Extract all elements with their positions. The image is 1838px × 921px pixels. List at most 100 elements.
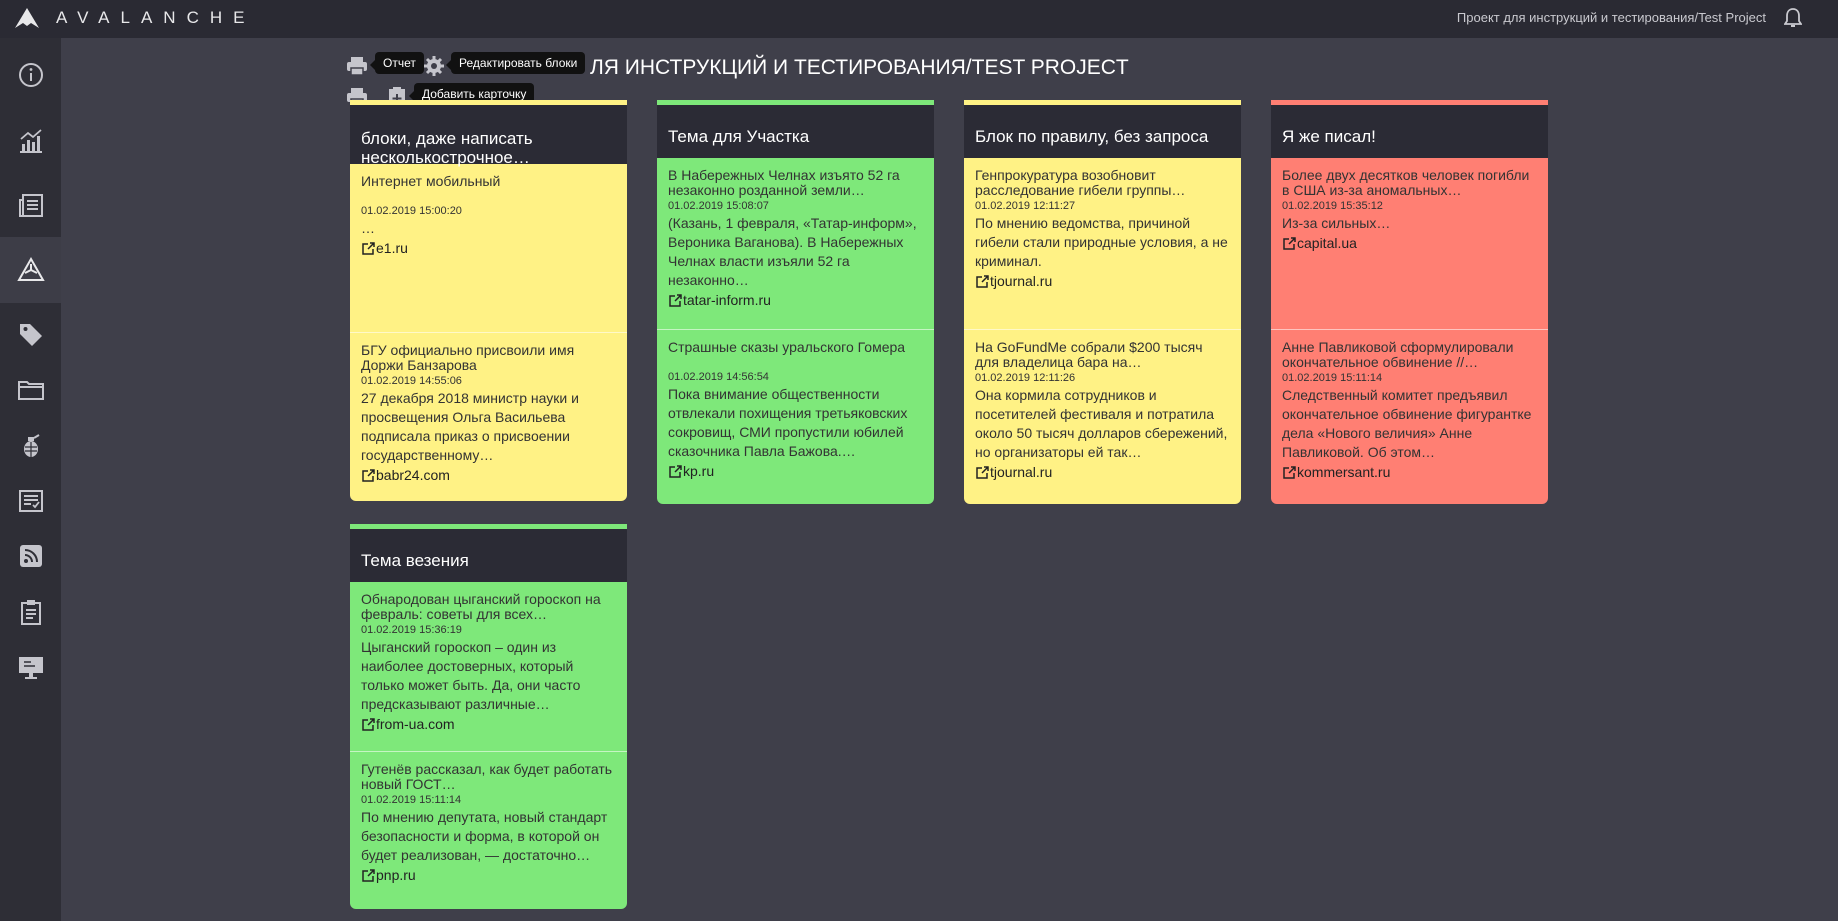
external-link-icon [669,464,682,478]
item-date: 01.02.2019 12:11:27 [975,200,1076,212]
item-date: 01.02.2019 15:11:14 [361,794,462,806]
card: Я же писал! Более двух десятков человек … [1271,100,1548,504]
monitor-icon [18,657,43,679]
list-item[interactable]: Интернет мобильный 01.02.2019 15:00:20 …… [350,164,627,333]
external-link-icon [362,468,375,482]
item-text: Она кормила сотрудников и посетителей фе… [975,387,1228,460]
list-item[interactable]: В Набережных Челнах изъято 52 га незакон… [657,158,934,330]
external-link-icon [976,274,989,288]
source-link[interactable]: e1.ru [361,240,616,256]
sidebar-item-monitor[interactable] [0,634,61,700]
grenade-icon [23,434,40,457]
card: блоки, даже написать несколькострочное… … [350,100,627,501]
clipboard-icon [20,600,41,625]
item-text: (Казань, 1 февраля, «Татар-информ», Веро… [668,215,917,288]
source-link[interactable]: kommersant.ru [1282,464,1537,480]
item-date: 01.02.2019 15:35:12 [1282,200,1383,212]
item-date: 01.02.2019 15:11:14 [1282,372,1383,384]
gear-icon[interactable] [422,54,446,78]
external-link-icon [362,241,375,255]
info-icon [18,63,43,87]
sidebar [0,38,61,921]
item-title[interactable]: Гутенёв рассказал, как будет работать но… [361,762,616,792]
source-label[interactable]: tatar-inform.ru [683,292,771,308]
source-label[interactable]: kp.ru [683,463,714,479]
item-title[interactable]: Обнародован цыганский гороскоп на феврал… [361,592,616,622]
item-title[interactable]: Более двух десятков человек погибли в СШ… [1282,168,1537,198]
sidebar-item-analytics[interactable] [0,108,61,174]
list-item[interactable]: Анне Павликовой сформулировали окончател… [1271,330,1548,504]
item-date: 01.02.2019 14:56:54 [668,371,769,383]
item-text: По мнению депутата, новый стандарт безоп… [361,809,608,863]
item-text: 27 декабря 2018 министр науки и просвеще… [361,390,579,463]
card: Тема везения Обнародован цыганский горос… [350,524,627,909]
card: Тема для Участка В Набережных Челнах изъ… [657,100,934,504]
item-text: … [361,220,375,236]
source-label[interactable]: kommersant.ru [1297,464,1390,480]
top-bar: AVALANCHE Проект для инструкций и тестир… [0,0,1838,38]
item-title[interactable]: Страшные сказы уральского Гомера [668,340,923,355]
external-link-icon [362,868,375,882]
card-title[interactable]: Блок по правилу, без запроса [964,100,1241,158]
external-link-icon [362,717,375,731]
list-item[interactable]: Гутенёв рассказал, как будет работать но… [350,752,627,909]
bell-icon[interactable] [1783,8,1803,33]
card-title[interactable]: блоки, даже написать несколькострочное… [350,100,627,167]
sidebar-item-news[interactable] [0,172,61,238]
brand-name: AVALANCHE [56,8,256,27]
source-label[interactable]: capital.ua [1297,235,1357,251]
list-item[interactable]: Более двух десятков человек погибли в СШ… [1271,158,1548,330]
analytics-icon [19,129,42,153]
list-item[interactable]: Генпрокуратура возобновит расследование … [964,158,1241,330]
edit-blocks-tooltip: Редактировать блоки [445,52,586,74]
source-label[interactable]: tjournal.ru [990,464,1052,480]
list-item[interactable]: Обнародован цыганский гороскоп на феврал… [350,582,627,752]
source-link[interactable]: kp.ru [668,463,923,479]
source-label[interactable]: pnp.ru [376,867,416,883]
source-link[interactable]: tjournal.ru [975,464,1230,480]
avalanche-icon [16,256,45,281]
item-date: 01.02.2019 15:36:19 [361,624,462,636]
external-link-icon [976,465,989,479]
list-item[interactable]: Страшные сказы уральского Гомера 01.02.2… [657,330,934,504]
project-name[interactable]: Проект для инструкций и тестирования/Tes… [1457,10,1766,25]
item-text: Пока внимание общественности отвлекали п… [668,386,908,459]
print-report-icon[interactable] [345,54,369,78]
item-text: По мнению ведомства, причиной гибели ста… [975,215,1228,269]
report-tooltip: Отчет [370,52,424,74]
external-link-icon [669,293,682,307]
news-icon [18,194,43,217]
source-link[interactable]: babr24.com [361,467,616,483]
source-label[interactable]: e1.ru [376,240,408,256]
card-title[interactable]: Я же писал! [1271,100,1548,158]
item-title[interactable]: Анне Павликовой сформулировали окончател… [1282,340,1537,370]
source-link[interactable]: tatar-inform.ru [668,292,923,308]
list-item[interactable]: БГУ официально присвоили имя Доржи Банза… [350,333,627,501]
item-date: 01.02.2019 15:08:07 [668,200,769,212]
source-link[interactable]: tjournal.ru [975,273,1230,289]
item-text: Из-за сильных… [1282,215,1391,231]
source-link[interactable]: pnp.ru [361,867,616,883]
item-title[interactable]: Интернет мобильный [361,174,616,189]
item-title[interactable]: БГУ официально присвоили имя Доржи Банза… [361,343,616,373]
external-link-icon [1283,465,1296,479]
source-link[interactable]: capital.ua [1282,235,1537,251]
logo[interactable]: AVALANCHE [14,7,255,29]
item-title[interactable]: Генпрокуратура возобновит расследование … [975,168,1230,198]
card-title[interactable]: Тема для Участка [657,100,934,158]
card: Блок по правилу, без запроса Генпрокурат… [964,100,1241,504]
tag-icon [19,324,42,346]
source-link[interactable]: from-ua.com [361,716,616,732]
source-label[interactable]: tjournal.ru [990,273,1052,289]
sidebar-item-info[interactable] [0,42,61,108]
folder-icon [17,381,44,400]
checklist-icon [18,490,43,512]
item-title[interactable]: На GoFundMe собрали $200 тысяч для владе… [975,340,1230,370]
card-title[interactable]: Тема везения [350,524,627,582]
source-label[interactable]: from-ua.com [376,716,455,732]
sidebar-item-avalanche[interactable] [0,237,61,303]
source-label[interactable]: babr24.com [376,467,450,483]
rss-icon [19,545,42,567]
item-title[interactable]: В Набережных Челнах изъято 52 га незакон… [668,168,923,198]
list-item[interactable]: На GoFundMe собрали $200 тысяч для владе… [964,330,1241,504]
